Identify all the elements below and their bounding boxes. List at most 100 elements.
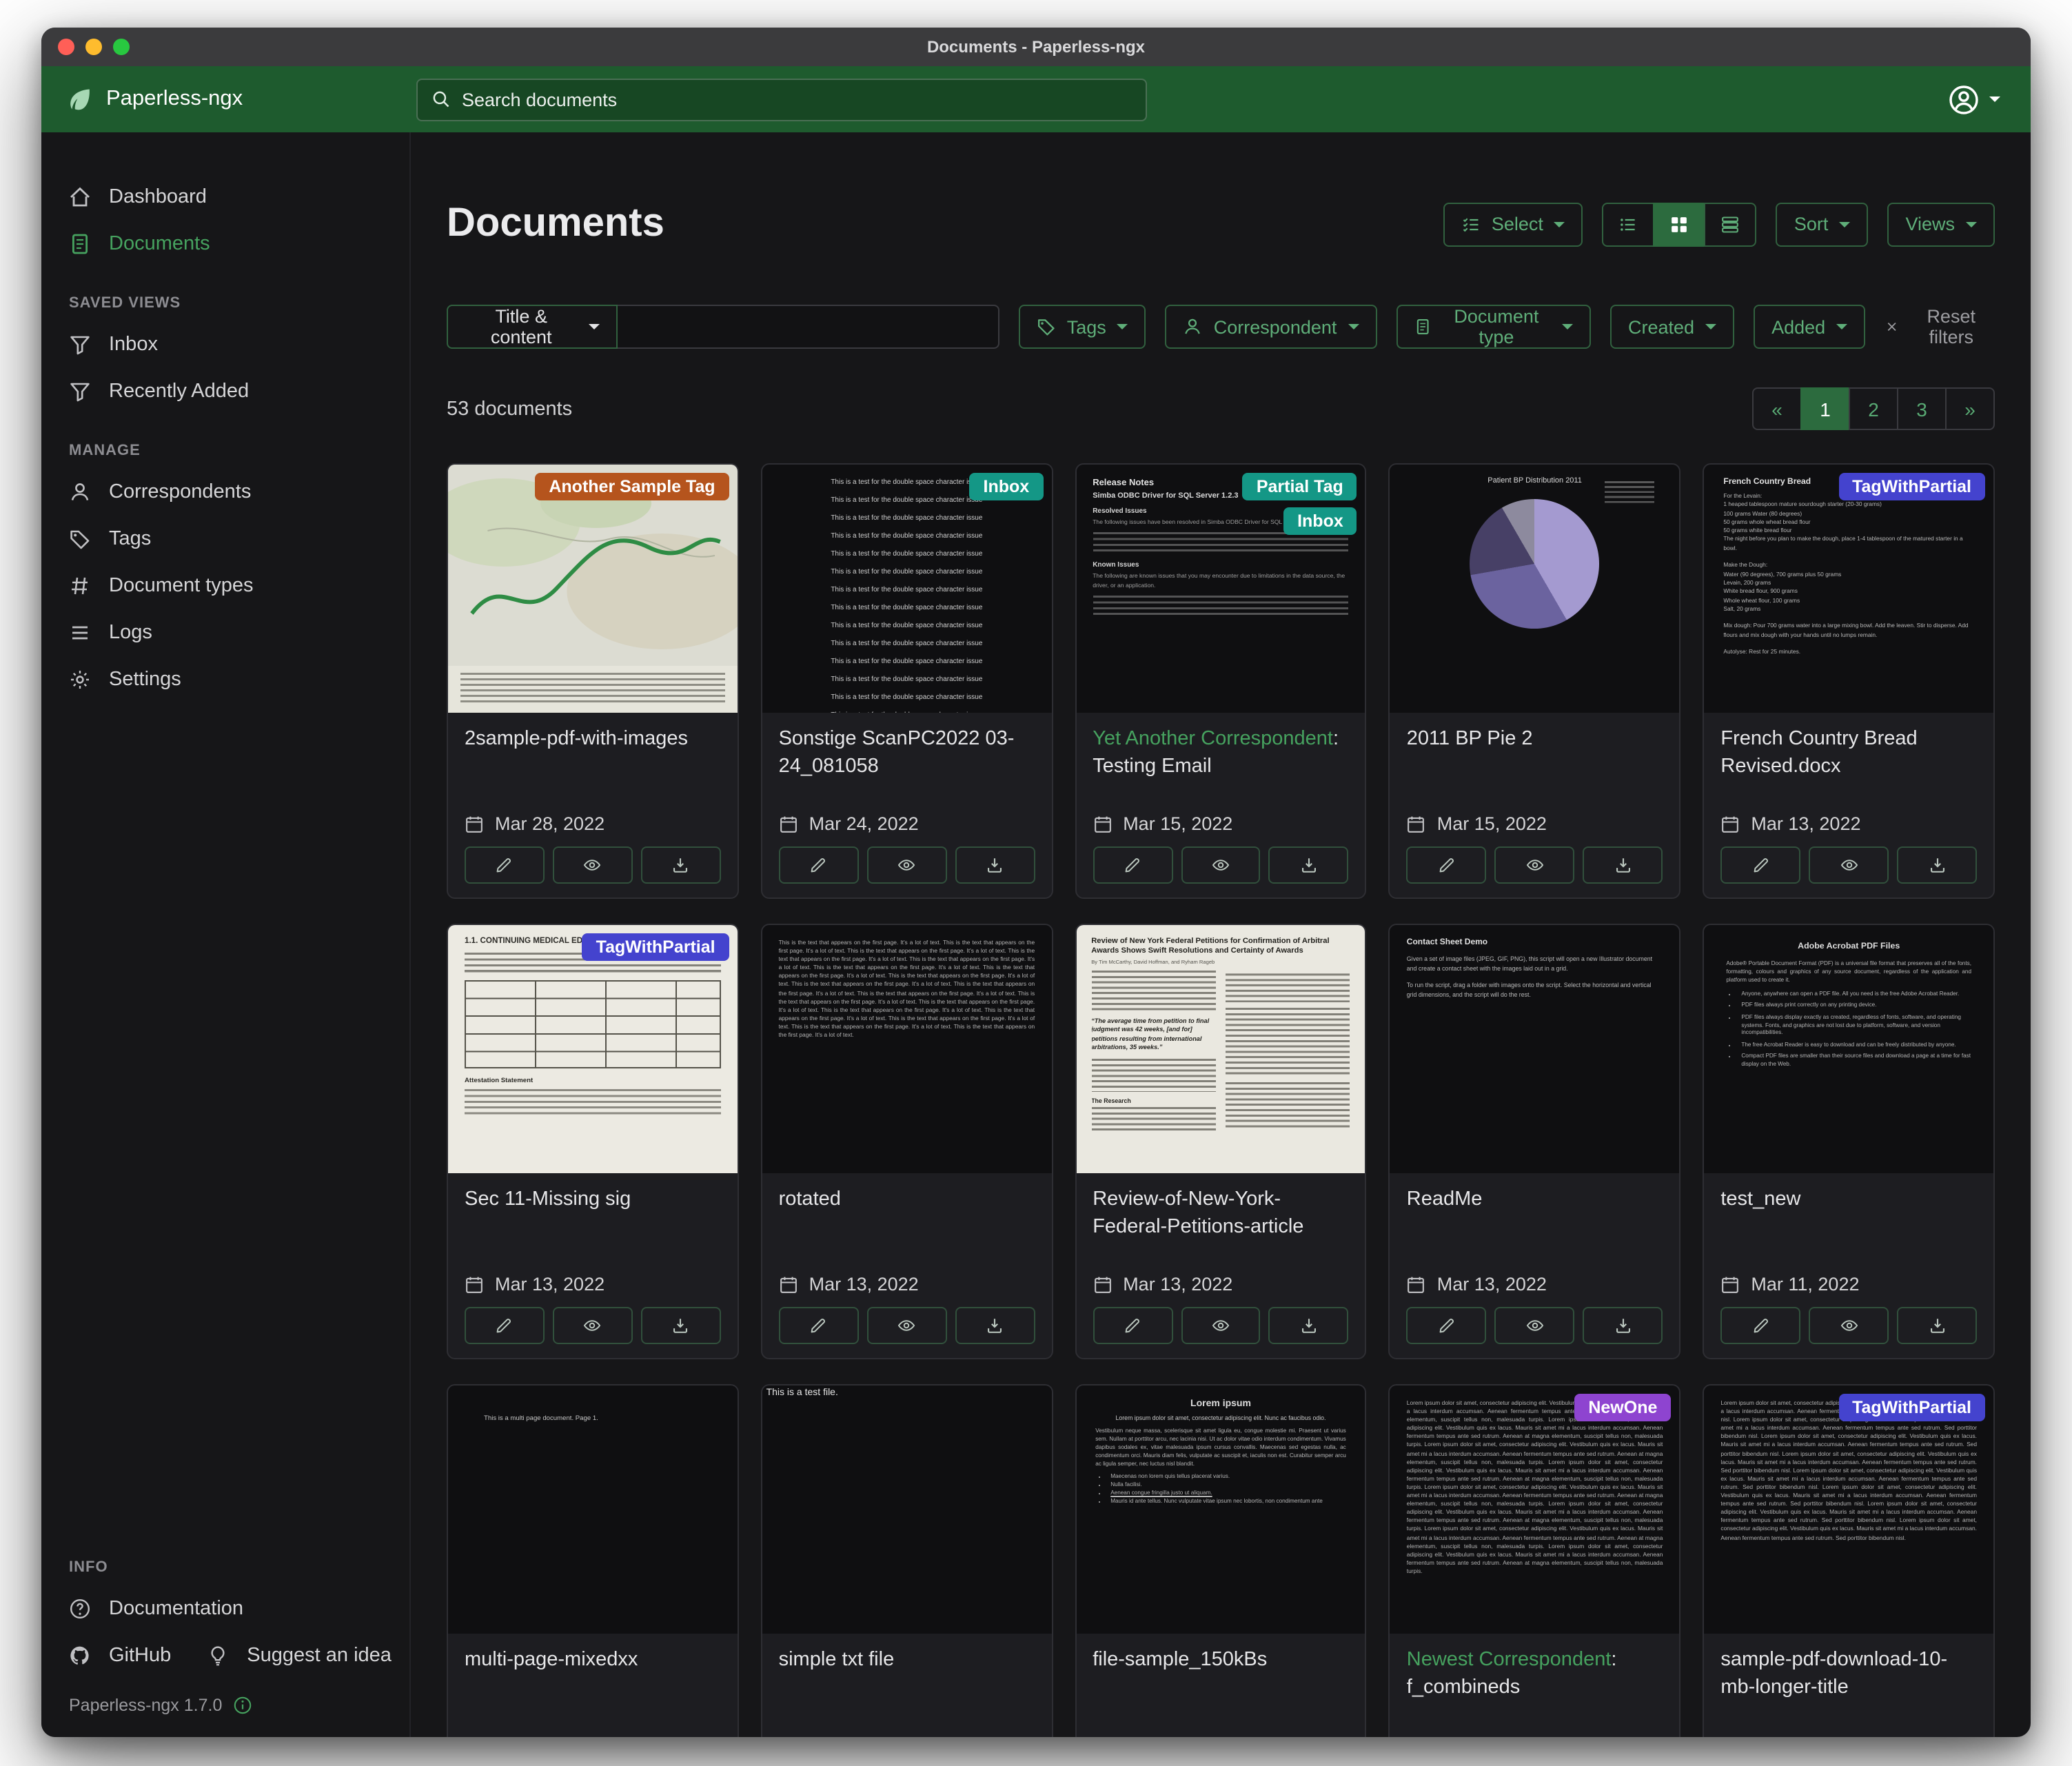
sort-button[interactable]: Sort: [1776, 202, 1869, 246]
sidebar-item-github[interactable]: GitHub: [41, 1632, 179, 1679]
preview-button[interactable]: [1181, 1307, 1261, 1344]
edit-button[interactable]: [779, 846, 859, 884]
edit-button[interactable]: [1093, 846, 1172, 884]
views-button[interactable]: Views: [1887, 202, 1995, 246]
document-thumbnail[interactable]: TagWithPartial French Country Bread For …: [1704, 465, 1993, 713]
sidebar-item-tags[interactable]: Tags: [41, 516, 409, 562]
document-title-link[interactable]: 2sample-pdf-with-images: [465, 727, 721, 753]
preview-button[interactable]: [553, 846, 633, 884]
sidebar-item-documentation[interactable]: Documentation: [41, 1585, 409, 1632]
document-title-link[interactable]: Sonstige ScanPC2022 03-24_081058: [779, 727, 1035, 780]
sidebar-item-settings[interactable]: Settings: [41, 656, 409, 703]
download-button[interactable]: [1583, 846, 1663, 884]
document-title-link[interactable]: test_new: [1720, 1187, 1977, 1214]
global-search[interactable]: [416, 78, 1147, 121]
document-title-link[interactable]: file-sample_150kBs: [1093, 1647, 1349, 1674]
document-thumbnail[interactable]: This is a multi page document. Page 1.: [448, 1386, 738, 1634]
preview-button[interactable]: [553, 1307, 633, 1344]
document-title-link[interactable]: Yet Another Correspondent: Testing Email: [1093, 727, 1349, 780]
document-title-link[interactable]: Newest Correspondent: f_combineds: [1407, 1647, 1663, 1701]
document-title-link[interactable]: 2011 BP Pie 2: [1407, 727, 1663, 753]
document-thumbnail[interactable]: NewOne Lorem ipsum dolor sit amet, conse…: [1390, 1386, 1680, 1634]
tag-badge[interactable]: Inbox: [1283, 507, 1357, 535]
download-button[interactable]: [641, 1307, 721, 1344]
preview-button[interactable]: [1181, 846, 1261, 884]
created-filter-button[interactable]: Created: [1610, 305, 1734, 349]
document-thumbnail[interactable]: This is the text that appears on the fir…: [762, 925, 1052, 1173]
tag-badge[interactable]: TagWithPartial: [1838, 1394, 1985, 1421]
view-grid-button[interactable]: [1654, 202, 1706, 246]
sidebar-item-inbox[interactable]: Inbox: [41, 321, 409, 368]
tags-filter-button[interactable]: Tags: [1019, 305, 1146, 349]
document-title-link[interactable]: Review-of-New-York-Federal-Petitions-art…: [1093, 1187, 1349, 1241]
tag-badge[interactable]: TagWithPartial: [1838, 473, 1985, 500]
preview-button[interactable]: [866, 846, 946, 884]
document-title-link[interactable]: Sec 11-Missing sig: [465, 1187, 721, 1214]
sidebar-item-suggest-idea[interactable]: Suggest an idea: [179, 1632, 400, 1679]
document-title-link[interactable]: rotated: [779, 1187, 1035, 1214]
added-filter-button[interactable]: Added: [1754, 305, 1865, 349]
pagination-next-button[interactable]: »: [1945, 387, 1995, 430]
document-thumbnail[interactable]: Patient BP Distribution 2011: [1390, 465, 1680, 713]
search-input[interactable]: [462, 89, 1132, 110]
document-thumbnail[interactable]: Partial Tag Inbox Release Notes Simba OD…: [1076, 465, 1365, 713]
document-thumbnail[interactable]: Contact Sheet Demo Given a set of image …: [1390, 925, 1680, 1173]
traffic-light-minimize[interactable]: [85, 39, 102, 55]
sidebar-item-document-types[interactable]: Document types: [41, 562, 409, 609]
select-button[interactable]: Select: [1443, 202, 1583, 246]
download-button[interactable]: [1897, 1307, 1977, 1344]
document-title-link[interactable]: sample-pdf-download-10-mb-longer-title: [1720, 1647, 1977, 1701]
download-button[interactable]: [955, 846, 1035, 884]
tag-badge[interactable]: Inbox: [970, 473, 1044, 500]
download-button[interactable]: [1269, 1307, 1349, 1344]
preview-button[interactable]: [1495, 1307, 1575, 1344]
edit-button[interactable]: [465, 1307, 545, 1344]
view-list-button[interactable]: [1603, 202, 1655, 246]
document-title-link[interactable]: French Country Bread Revised.docx: [1720, 727, 1977, 780]
document-thumbnail[interactable]: Adobe Acrobat PDF Files Adobe® Portable …: [1704, 925, 1993, 1173]
document-thumbnail[interactable]: Lorem ipsum Lorem ipsum dolor sit amet, …: [1076, 1386, 1365, 1634]
tag-badge[interactable]: TagWithPartial: [582, 933, 729, 961]
edit-button[interactable]: [1407, 846, 1487, 884]
user-menu[interactable]: [1948, 83, 2031, 115]
traffic-light-zoom[interactable]: [113, 39, 130, 55]
pagination-prev-button[interactable]: «: [1752, 387, 1802, 430]
edit-button[interactable]: [1720, 1307, 1800, 1344]
download-button[interactable]: [1583, 1307, 1663, 1344]
sidebar-item-correspondents[interactable]: Correspondents: [41, 469, 409, 516]
document-title-link[interactable]: multi-page-mixedxx: [465, 1647, 721, 1674]
sidebar-item-recently-added[interactable]: Recently Added: [41, 368, 409, 415]
download-button[interactable]: [641, 846, 721, 884]
download-button[interactable]: [1269, 846, 1349, 884]
edit-button[interactable]: [779, 1307, 859, 1344]
traffic-light-close[interactable]: [58, 39, 74, 55]
tag-badge[interactable]: Partial Tag: [1243, 473, 1357, 500]
document-title-link[interactable]: simple txt file: [779, 1647, 1035, 1674]
pagination-page-1[interactable]: 1: [1800, 387, 1850, 430]
document-thumbnail[interactable]: Another Sample Tag: [448, 465, 738, 713]
brand[interactable]: Paperless-ngx: [41, 85, 411, 113]
sidebar-item-documents[interactable]: Documents: [41, 221, 409, 267]
view-detail-button[interactable]: [1705, 202, 1757, 246]
download-button[interactable]: [955, 1307, 1035, 1344]
pagination-page-3[interactable]: 3: [1897, 387, 1947, 430]
sidebar-item-dashboard[interactable]: Dashboard: [41, 174, 409, 221]
document-thumbnail[interactable]: Inbox This is a test for the double spac…: [762, 465, 1052, 713]
edit-button[interactable]: [1093, 1307, 1172, 1344]
tag-badge[interactable]: Another Sample Tag: [535, 473, 729, 500]
document-title-link[interactable]: ReadMe: [1407, 1187, 1663, 1214]
download-button[interactable]: [1897, 846, 1977, 884]
preview-button[interactable]: [866, 1307, 946, 1344]
preview-button[interactable]: [1809, 1307, 1889, 1344]
document-thumbnail[interactable]: TagWithPartial 1.1. CONTINUING MEDICAL E…: [448, 925, 738, 1173]
title-content-dropdown[interactable]: Title & content: [447, 305, 618, 349]
pagination-page-2[interactable]: 2: [1849, 387, 1898, 430]
document-thumbnail[interactable]: Review of New York Federal Petitions for…: [1076, 925, 1365, 1173]
document-thumbnail[interactable]: This is a test file.: [762, 1386, 1052, 1634]
sidebar-item-logs[interactable]: Logs: [41, 609, 409, 656]
edit-button[interactable]: [1407, 1307, 1487, 1344]
info-circle-icon[interactable]: [233, 1696, 252, 1715]
filter-query-input[interactable]: [618, 305, 999, 349]
edit-button[interactable]: [465, 846, 545, 884]
edit-button[interactable]: [1720, 846, 1800, 884]
